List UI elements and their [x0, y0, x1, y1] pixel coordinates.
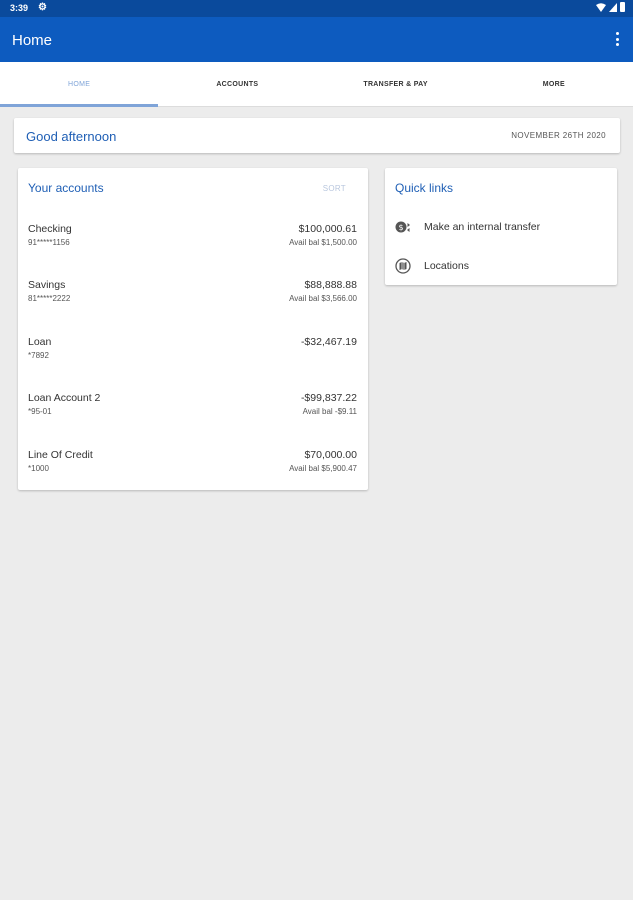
- greeting-text: Good afternoon: [26, 129, 117, 144]
- settings-gear-icon: ⚙: [38, 2, 47, 13]
- account-row-savings[interactable]: Savings 81*****2222 $88,888.88 Avail bal…: [28, 279, 357, 313]
- quick-link-locations[interactable]: Locations: [395, 256, 607, 276]
- tab-bar: HOME ACCOUNTS TRANSFER & PAY MORE: [0, 62, 633, 107]
- account-available-balance: Avail bal -$9.11: [302, 407, 357, 416]
- account-number: *1000: [28, 464, 49, 473]
- account-row-checking[interactable]: Checking 91*****1156 $100,000.61 Avail b…: [28, 223, 357, 257]
- account-available-balance: Avail bal $5,900.47: [289, 464, 357, 473]
- accounts-title: Your accounts: [28, 181, 104, 195]
- svg-text:$: $: [398, 223, 403, 232]
- quick-link-label: Locations: [424, 260, 469, 272]
- transfer-icon: $: [395, 219, 411, 235]
- account-row-line-of-credit[interactable]: Line Of Credit *1000 $70,000.00 Avail ba…: [28, 449, 357, 483]
- quick-link-label: Make an internal transfer: [424, 221, 541, 233]
- account-available-balance: Avail bal $1,500.00: [289, 238, 357, 247]
- signal-icon: [609, 2, 617, 12]
- status-icons: [596, 2, 625, 12]
- tab-transfer-pay[interactable]: TRANSFER & PAY: [317, 62, 475, 106]
- page-title: Home: [12, 32, 53, 49]
- status-bar: 3:39 ⚙: [0, 0, 633, 17]
- tab-home[interactable]: HOME: [0, 62, 159, 107]
- account-row-loan-account-2[interactable]: Loan Account 2 *95-01 -$99,837.22 Avail …: [28, 392, 357, 426]
- app-bar: Home: [0, 17, 633, 62]
- greeting-date: NOVEMBER 26TH 2020: [511, 131, 606, 140]
- account-name: Checking: [28, 223, 72, 235]
- account-balance: $100,000.61: [298, 223, 357, 235]
- account-number: 81*****2222: [28, 294, 71, 303]
- quick-link-internal-transfer[interactable]: $ Make an internal transfer: [395, 217, 607, 237]
- quick-links-card: Quick links $ Make an internal transfer …: [385, 168, 617, 285]
- account-number: 91*****1156: [28, 238, 70, 247]
- account-balance: $70,000.00: [304, 449, 357, 461]
- account-balance: -$99,837.22: [300, 392, 357, 404]
- wifi-icon: [596, 2, 606, 12]
- account-name: Line Of Credit: [28, 449, 93, 461]
- account-available-balance: Avail bal $3,566.00: [289, 294, 357, 303]
- map-icon: [395, 258, 411, 274]
- account-name: Loan Account 2: [28, 392, 101, 404]
- account-balance: -$32,467.19: [300, 336, 357, 348]
- tab-more[interactable]: MORE: [475, 62, 633, 106]
- account-balance: $88,888.88: [304, 279, 357, 291]
- sort-button[interactable]: SORT: [323, 184, 346, 193]
- accounts-card: Your accounts SORT Checking 91*****1156 …: [18, 168, 368, 490]
- account-name: Loan: [28, 336, 52, 348]
- account-number: *95-01: [28, 407, 52, 416]
- battery-icon: [620, 2, 625, 12]
- tab-accounts[interactable]: ACCOUNTS: [158, 62, 316, 106]
- status-time: 3:39: [10, 3, 29, 13]
- account-name: Savings: [28, 279, 66, 291]
- quick-links-title: Quick links: [395, 181, 454, 195]
- overflow-menu-icon[interactable]: [615, 32, 619, 46]
- account-number: *7892: [28, 351, 49, 360]
- account-row-loan[interactable]: Loan *7892 -$32,467.19: [28, 336, 357, 370]
- greeting-card: Good afternoon NOVEMBER 26TH 2020: [14, 118, 620, 153]
